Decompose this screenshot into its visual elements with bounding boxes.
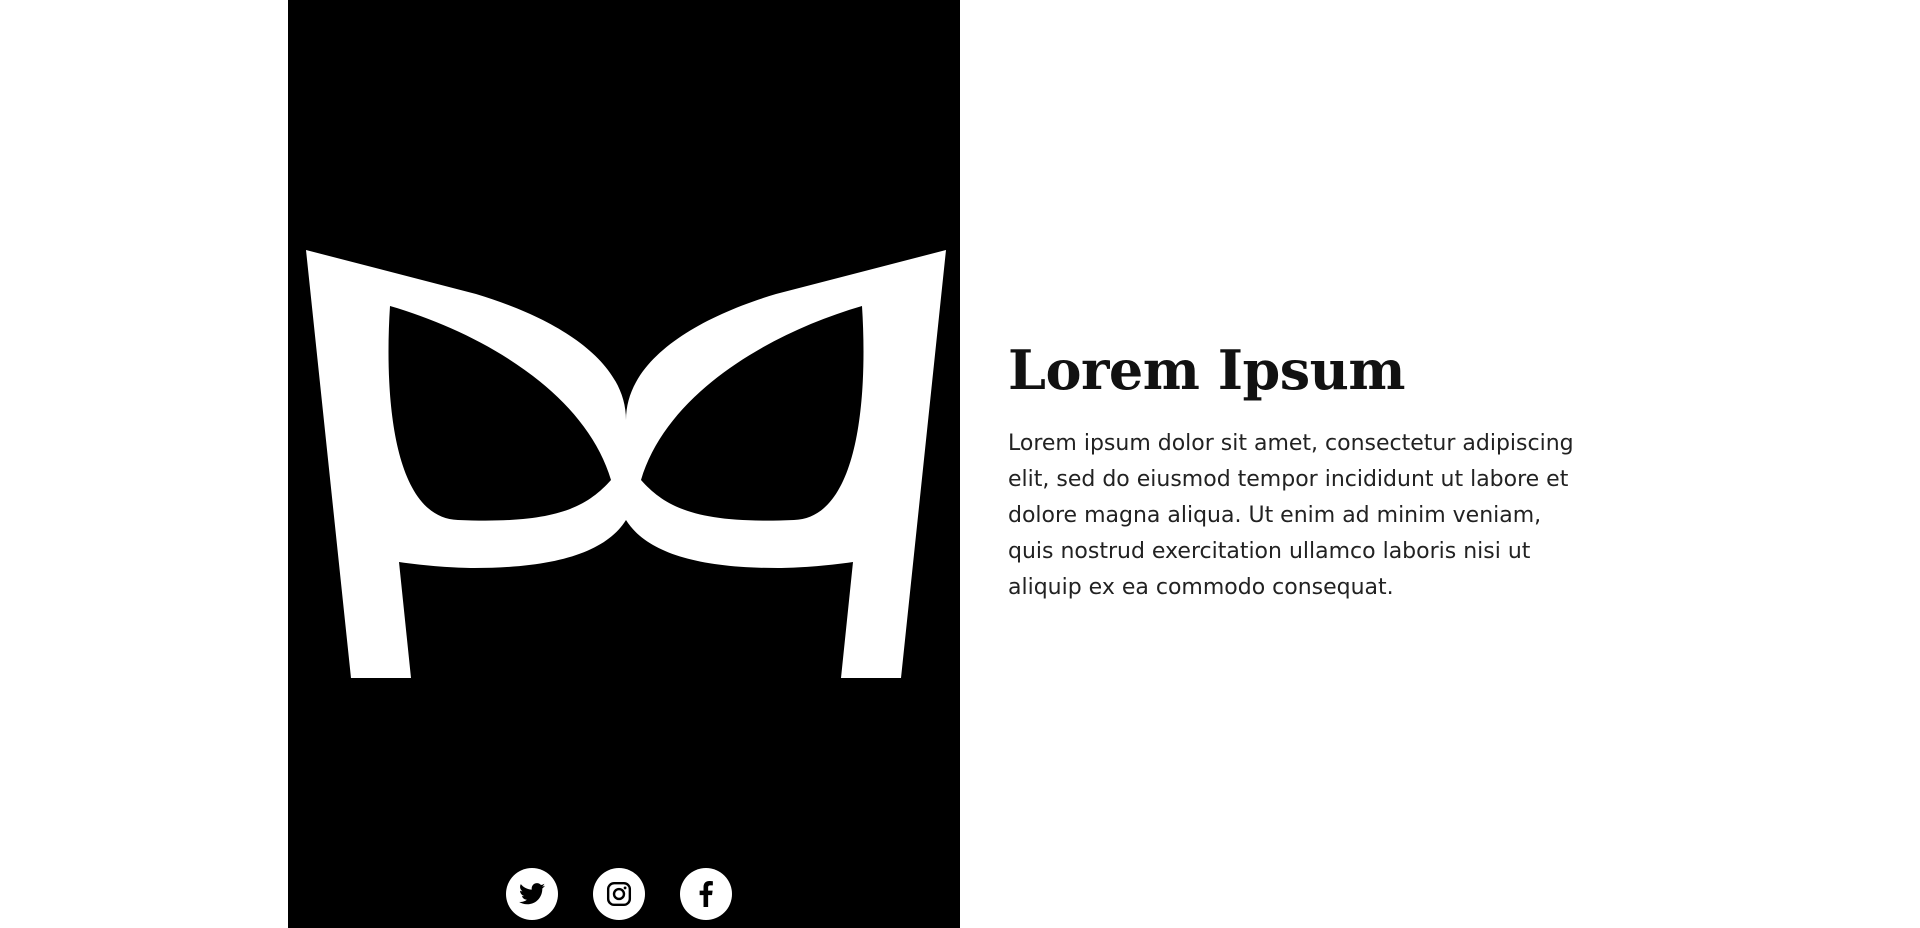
butterfly-mask-logo-icon — [306, 250, 946, 680]
hero-image-panel — [288, 0, 960, 928]
page-title: Lorem Ipsum — [1008, 338, 1406, 402]
twitter-button[interactable] — [506, 868, 558, 920]
facebook-icon — [699, 881, 713, 907]
facebook-button[interactable] — [680, 868, 732, 920]
social-links — [288, 868, 960, 920]
content-section: Lorem Ipsum Lorem ipsum dolor sit amet, … — [1008, 330, 1578, 606]
instagram-button[interactable] — [593, 868, 645, 920]
instagram-icon — [606, 881, 632, 907]
twitter-icon — [519, 883, 545, 905]
body-paragraph: Lorem ipsum dolor sit amet, consectetur … — [1008, 431, 1574, 600]
